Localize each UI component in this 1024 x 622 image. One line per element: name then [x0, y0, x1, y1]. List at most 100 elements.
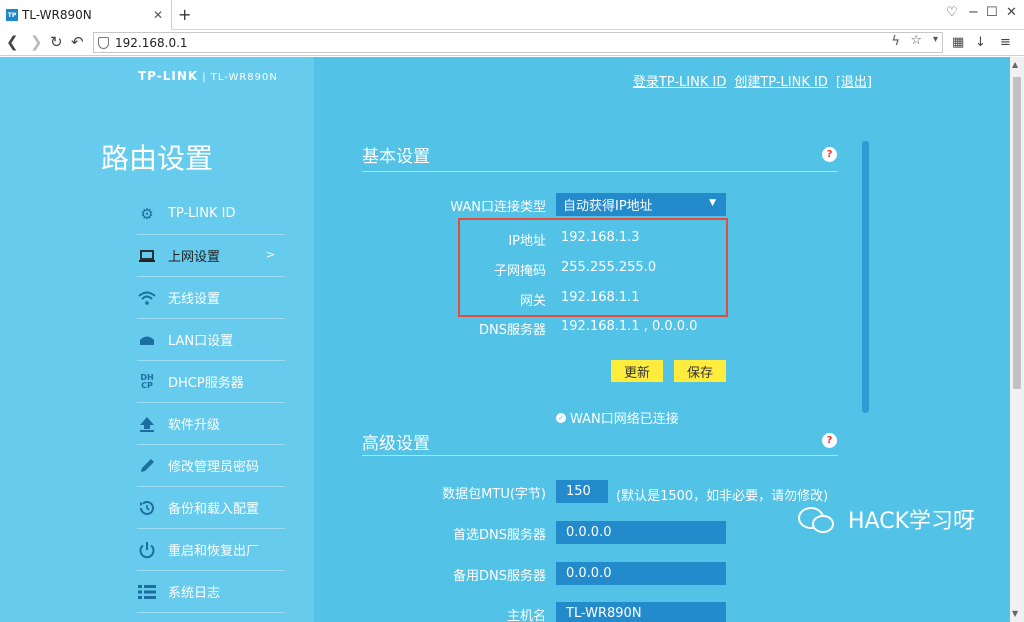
mtu-label: 数据包MTU(字节): [442, 487, 546, 502]
close-window-icon[interactable]: ✕: [1006, 5, 1017, 20]
sidebar-item-label: 软件升级: [168, 418, 221, 433]
hostname-label: 主机名: [506, 609, 546, 622]
gear-icon: ⚙: [140, 204, 154, 223]
upload-icon: [137, 414, 157, 434]
new-tab-icon[interactable]: +: [178, 5, 191, 24]
dns-label: DNS服务器: [479, 323, 546, 338]
dhcp-icon-text-bottom: CP: [141, 380, 153, 390]
maximize-icon[interactable]: ☐: [986, 5, 998, 20]
watermark: HACK学习呀: [798, 503, 975, 535]
apps-icon[interactable]: ▦: [952, 35, 964, 50]
ip-label: IP地址: [508, 234, 546, 249]
sidebar-item-backup[interactable]: 备份和载入配置: [137, 487, 285, 529]
tplink-logo: TP-LINK | TL-WR890N: [138, 69, 278, 83]
dns2-label: 备用DNS服务器: [453, 569, 546, 584]
scroll-thumb[interactable]: [1013, 77, 1021, 389]
sidebar-item-label: DHCP服务器: [168, 376, 244, 391]
tab-title: TL-WR890N: [22, 8, 92, 22]
dhcp-icon: DH CP: [137, 372, 157, 392]
wan-type-label: WAN口连接类型: [450, 200, 546, 215]
url-text: 192.168.0.1: [115, 35, 188, 50]
main-panel: 登录TP-LINK ID 创建TP-LINK ID [退出] 基本设置 ? WA…: [314, 57, 1010, 622]
refresh-button[interactable]: 更新: [611, 360, 663, 382]
logo-model: | TL-WR890N: [202, 72, 278, 83]
reload-icon[interactable]: ↻: [50, 33, 63, 51]
forward-icon[interactable]: ❯: [30, 33, 43, 51]
wan-status-text: WAN口网络已连接: [570, 412, 679, 427]
mtu-input[interactable]: 150: [556, 480, 608, 503]
dropdown-icon[interactable]: ▾: [933, 34, 938, 45]
browser-tab[interactable]: TP TL-WR890N ✕: [0, 0, 172, 30]
register-link[interactable]: 创建TP-LINK ID: [734, 71, 828, 90]
dropdown-caret-icon: ▼: [709, 198, 716, 208]
inner-scrollbar[interactable]: [862, 141, 869, 413]
sidebar-item-label: 上网设置: [168, 250, 221, 265]
sidebar-item-label: 备份和载入配置: [168, 502, 260, 517]
browser-tabbar: TP TL-WR890N ✕ + ♡ − ☐ ✕: [0, 0, 1024, 30]
help-icon[interactable]: ?: [822, 147, 837, 162]
wifi-icon: [137, 288, 157, 308]
sidebar-item-reboot[interactable]: 重启和恢复出厂: [137, 529, 285, 571]
sidebar-item-dhcp[interactable]: DH CP DHCP服务器: [137, 361, 285, 403]
account-links: 登录TP-LINK ID 创建TP-LINK ID [退出]: [633, 71, 872, 90]
download-icon[interactable]: ↓: [975, 35, 986, 50]
sidebar-item-label: 无线设置: [168, 292, 221, 307]
login-link[interactable]: 登录TP-LINK ID: [633, 71, 727, 90]
ip-value: 192.168.1.3: [561, 230, 640, 245]
sidebar-item-lan[interactable]: LAN口设置: [137, 319, 285, 361]
lightning-icon[interactable]: ϟ: [891, 34, 900, 49]
sidebar-item-password[interactable]: 修改管理员密码: [137, 445, 285, 487]
minimize-icon[interactable]: −: [968, 5, 979, 20]
sidebar-item-tplink-id[interactable]: ⚙ TP-LINK ID: [137, 193, 285, 235]
sidebar-item-label: 系统日志: [168, 586, 221, 601]
mtu-hint: (默认是1500，如非必要，请勿修改): [616, 489, 829, 504]
mask-label: 子网掩码: [493, 264, 546, 279]
router-page: TP-LINK | TL-WR890N 路由设置 ⚙ TP-LINK ID 上网设…: [0, 57, 1010, 622]
network-icon: [137, 330, 157, 350]
sidebar-item-label: 修改管理员密码: [168, 460, 260, 475]
back-icon[interactable]: ❮: [6, 33, 19, 51]
mask-value: 255.255.255.0: [561, 260, 657, 275]
sidebar-item-internet[interactable]: 上网设置 >: [137, 235, 285, 277]
sidebar-item-wireless[interactable]: 无线设置: [137, 277, 285, 319]
check-icon: ✓: [556, 412, 566, 423]
wechat-icon: [798, 503, 838, 535]
chevron-right-icon: >: [265, 248, 275, 261]
pencil-icon: [137, 456, 157, 476]
menu-icon[interactable]: ≡: [1000, 35, 1011, 50]
url-input[interactable]: 192.168.0.1 ϟ ☆ ▾: [93, 32, 943, 53]
sidebar-item-upgrade[interactable]: 软件升级: [137, 403, 285, 445]
log-icon: [137, 582, 157, 602]
skin-icon[interactable]: ♡: [946, 5, 958, 20]
sidebar-item-label: TP-LINK ID: [168, 206, 236, 221]
shield-icon: [98, 36, 109, 49]
advanced-settings-title: 高级设置: [362, 434, 430, 454]
laptop-icon: [137, 246, 157, 266]
scroll-down-icon[interactable]: ▼: [1012, 609, 1018, 618]
logout-link[interactable]: [退出]: [836, 71, 872, 90]
page-scrollbar[interactable]: ▲ ▼: [1010, 57, 1024, 622]
watermark-text: HACK学习呀: [848, 509, 975, 534]
basic-settings-title: 基本设置: [362, 147, 430, 167]
sidebar-item-log[interactable]: 系统日志: [137, 571, 285, 613]
sidebar-title: 路由设置: [100, 142, 213, 175]
wan-type-select[interactable]: 自动获得IP地址 ▼: [556, 193, 726, 216]
star-icon[interactable]: ☆: [910, 33, 922, 48]
wan-type-value: 自动获得IP地址: [563, 199, 653, 214]
hostname-input[interactable]: TL-WR890N: [556, 602, 726, 622]
tplink-favicon-icon: TP: [6, 9, 18, 21]
dns1-label: 首选DNS服务器: [453, 528, 546, 543]
sidebar-item-label: LAN口设置: [168, 334, 234, 349]
restore-icon: [137, 498, 157, 518]
dns-value: 192.168.1.1 , 0.0.0.0: [561, 319, 698, 334]
dns1-input[interactable]: 0.0.0.0: [556, 521, 726, 544]
dns2-input[interactable]: 0.0.0.0: [556, 562, 726, 585]
logo-text: TP-LINK: [138, 69, 199, 83]
close-tab-icon[interactable]: ✕: [153, 8, 163, 22]
power-icon: [137, 540, 157, 560]
undo-icon[interactable]: ↶: [71, 33, 84, 51]
scroll-up-icon[interactable]: ▲: [1012, 60, 1018, 69]
sidebar-menu: ⚙ TP-LINK ID 上网设置 > 无线设置 LAN口设置 DH CP DH…: [137, 193, 285, 613]
save-button[interactable]: 保存: [674, 360, 726, 382]
help-icon[interactable]: ?: [822, 433, 837, 448]
